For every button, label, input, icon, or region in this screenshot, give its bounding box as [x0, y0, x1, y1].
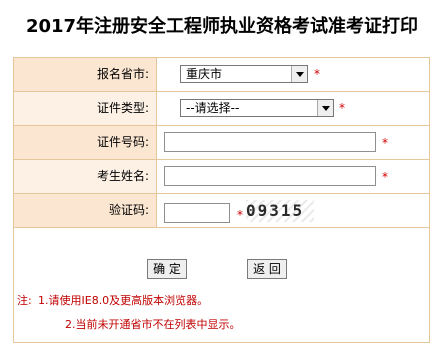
exam-ticket-form: 报名省市: 重庆市 * 证件类型: --请选择-- * 证件号码: * 考生姓名…: [13, 57, 430, 283]
candidate-name-input[interactable]: [164, 166, 376, 186]
id-number-input[interactable]: [164, 132, 376, 152]
id-type-row: 证件类型: --请选择-- *: [14, 92, 429, 126]
notes-prefix: 注:: [17, 294, 32, 307]
page-title: 2017年注册安全工程师执业资格考试准考证打印: [25, 16, 419, 37]
captcha-row: 验证码: * 09315: [14, 194, 429, 228]
candidate-name-label: 考生姓名:: [14, 160, 157, 193]
province-select[interactable]: 重庆市: [180, 65, 308, 83]
chevron-down-icon[interactable]: [317, 100, 333, 116]
chevron-down-icon[interactable]: [291, 66, 307, 82]
captcha-image[interactable]: 09315: [246, 200, 314, 222]
id-type-selected-value: --请选择--: [186, 101, 240, 115]
button-row: 确 定 返 回: [14, 228, 429, 283]
required-mark: *: [339, 101, 345, 115]
note-line-1: 1.请使用IE8.0及更高版本浏览器。: [38, 294, 209, 307]
id-number-row: 证件号码: *: [14, 126, 429, 160]
back-button[interactable]: 返 回: [247, 259, 287, 279]
required-mark: *: [382, 136, 388, 150]
required-mark: *: [237, 208, 243, 222]
id-type-label: 证件类型:: [14, 92, 157, 125]
required-mark: *: [314, 67, 320, 81]
province-label: 报名省市:: [14, 58, 157, 91]
notes-section: 注: 1.请使用IE8.0及更高版本浏览器。 2.当前未开通省市不在列表中显示。: [13, 283, 430, 343]
captcha-label: 验证码:: [14, 194, 157, 227]
province-row: 报名省市: 重庆市 *: [14, 58, 429, 92]
note-line-2: 2.当前未开通省市不在列表中显示。: [65, 318, 241, 331]
captcha-input[interactable]: [164, 203, 230, 223]
province-selected-value: 重庆市: [186, 67, 223, 81]
id-number-label: 证件号码:: [14, 126, 157, 159]
required-mark: *: [382, 170, 388, 184]
id-type-select[interactable]: --请选择--: [180, 99, 334, 117]
candidate-name-row: 考生姓名: *: [14, 160, 429, 194]
captcha-image-text: 09315: [246, 201, 305, 220]
confirm-button[interactable]: 确 定: [147, 259, 187, 279]
